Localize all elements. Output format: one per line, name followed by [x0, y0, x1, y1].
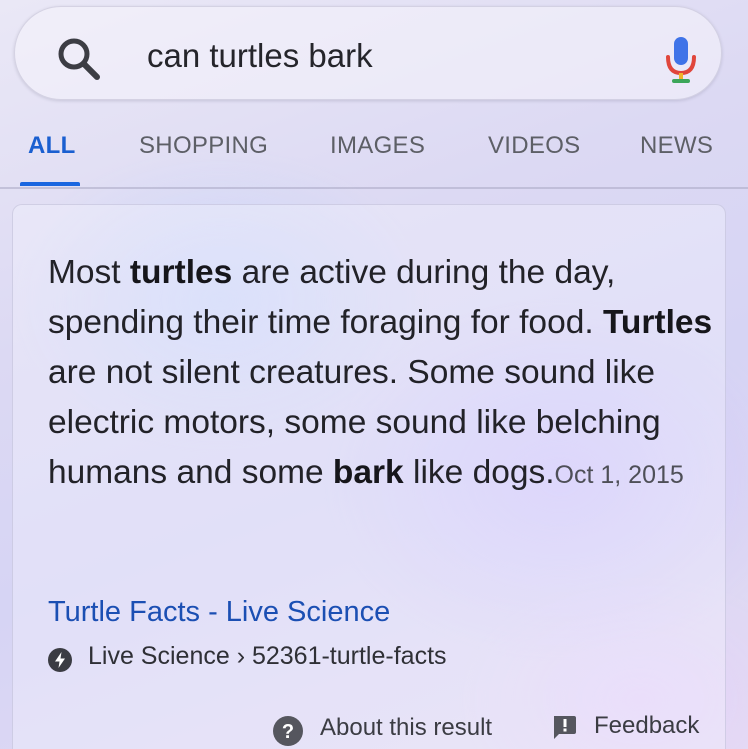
snippet-highlight: bark: [332, 454, 404, 491]
tabs-divider: [0, 187, 748, 189]
help-circle-icon[interactable]: ?: [273, 716, 303, 746]
search-results-page: { "search": { "query": "can turtles bark…: [0, 0, 748, 749]
mic-icon[interactable]: [663, 33, 699, 85]
snippet-date: Oct 1, 2015: [554, 461, 684, 489]
about-this-result-link[interactable]: About this result: [320, 714, 492, 742]
tab-videos[interactable]: VIDEOS: [488, 132, 581, 160]
result-title-link[interactable]: Turtle Facts - Live Science: [48, 596, 390, 629]
tab-images[interactable]: IMAGES: [330, 132, 425, 160]
svg-text:?: ?: [282, 721, 294, 743]
tab-news[interactable]: NEWS: [640, 132, 713, 160]
snippet-body: Most turtles are active during the day, …: [48, 254, 712, 491]
result-footer: ? About this result Feedback: [0, 708, 748, 749]
snippet-highlight: Turtles: [602, 304, 713, 341]
search-bar[interactable]: can turtles bark: [14, 6, 722, 100]
featured-snippet-text: Most turtles are active during the day, …: [48, 248, 716, 500]
snippet-segment: like dogs.: [403, 454, 555, 491]
tab-shopping[interactable]: SHOPPING: [139, 132, 268, 160]
snippet-segment: Most: [48, 254, 130, 291]
feedback-link[interactable]: Feedback: [594, 712, 699, 740]
search-icon[interactable]: [53, 33, 105, 85]
amp-lightning-icon: [48, 648, 72, 672]
search-tabs: ALL SHOPPING IMAGES VIDEOS NEWS: [0, 118, 748, 188]
search-input[interactable]: can turtles bark: [147, 37, 373, 75]
snippet-highlight: turtles: [129, 254, 233, 291]
active-tab-indicator: [20, 182, 80, 186]
tab-all[interactable]: ALL: [28, 132, 76, 160]
feedback-flag-icon[interactable]: [551, 714, 577, 740]
source-breadcrumb[interactable]: Live Science › 52361-turtle-facts: [88, 642, 447, 671]
